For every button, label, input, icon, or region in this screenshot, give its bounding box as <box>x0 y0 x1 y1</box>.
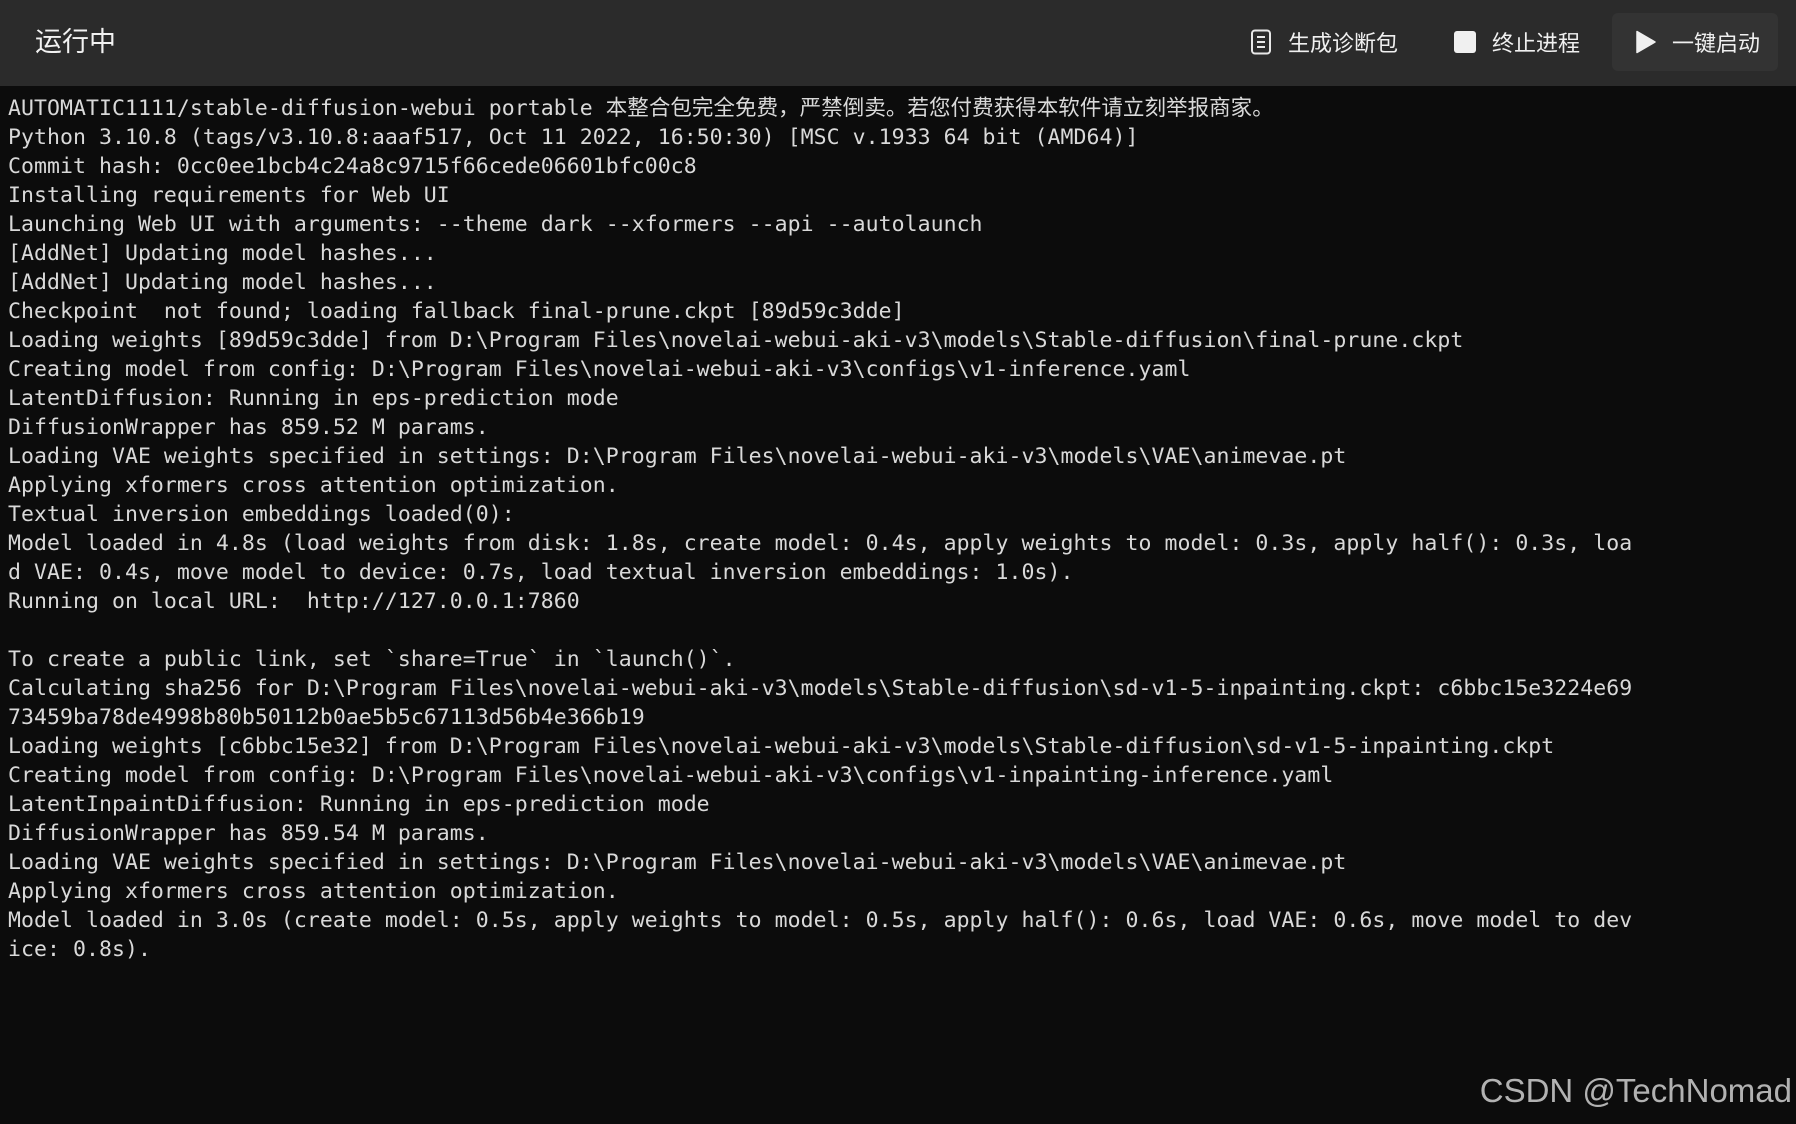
console-line: DiffusionWrapper has 859.52 M params. <box>8 415 489 440</box>
generate-diagnostics-label: 生成诊断包 <box>1287 32 1398 57</box>
console-line: [AddNet] Updating model hashes... <box>8 241 437 266</box>
console-line: Applying xformers cross attention optimi… <box>8 473 619 498</box>
status-title: 运行中 <box>35 27 116 58</box>
document-icon <box>1248 29 1274 55</box>
console-line: Installing requirements for Web UI <box>8 183 450 208</box>
console-line: AUTOMATIC1111/stable-diffusion-webui por… <box>8 96 1274 121</box>
console-line: d VAE: 0.4s, move model to device: 0.7s,… <box>8 560 1074 585</box>
top-bar: 运行中 生成诊断包 终止进程 一键启动 <box>0 0 1796 86</box>
console-line: Loading VAE weights specified in setting… <box>8 850 1347 875</box>
console-line: Launching Web UI with arguments: --theme… <box>8 212 983 237</box>
play-icon <box>1632 29 1658 55</box>
console-line: LatentDiffusion: Running in eps-predicti… <box>8 386 619 411</box>
console-line: To create a public link, set `share=True… <box>8 647 736 672</box>
console-line: Commit hash: 0cc0ee1bcb4c24a8c9715f66ced… <box>8 154 697 179</box>
console-line: Calculating sha256 for D:\Program Files\… <box>8 676 1633 701</box>
one-click-start-label: 一键启动 <box>1671 32 1760 57</box>
stop-process-label: 终止进程 <box>1491 32 1580 57</box>
generate-diagnostics-button[interactable]: 生成诊断包 <box>1226 13 1420 71</box>
console-line: [AddNet] Updating model hashes... <box>8 270 437 295</box>
console-line: Creating model from config: D:\Program F… <box>8 763 1334 788</box>
console-line: Running on local URL: http://127.0.0.1:7… <box>8 589 580 614</box>
console-line: LatentInpaintDiffusion: Running in eps-p… <box>8 792 710 817</box>
console-output[interactable]: AUTOMATIC1111/stable-diffusion-webui por… <box>0 86 1796 1124</box>
console-line: DiffusionWrapper has 859.54 M params. <box>8 821 489 846</box>
one-click-start-button[interactable]: 一键启动 <box>1611 13 1778 71</box>
console-line: Python 3.10.8 (tags/v3.10.8:aaaf517, Oct… <box>8 125 1139 150</box>
console-line: ice: 0.8s). <box>8 937 151 962</box>
console-line: Checkpoint not found; loading fallback f… <box>8 299 905 324</box>
stop-icon <box>1452 29 1478 55</box>
console-line: Model loaded in 3.0s (create model: 0.5s… <box>8 908 1633 933</box>
console-line: Loading weights [89d59c3dde] from D:\Pro… <box>8 328 1464 353</box>
console-line: Creating model from config: D:\Program F… <box>8 357 1191 382</box>
console-line: Loading weights [c6bbc15e32] from D:\Pro… <box>8 734 1555 759</box>
stop-process-button[interactable]: 终止进程 <box>1430 13 1602 71</box>
console-line: Loading VAE weights specified in setting… <box>8 444 1347 469</box>
console-line: Model loaded in 4.8s (load weights from … <box>8 531 1633 556</box>
console-line: 73459ba78de4998b80b50112b0ae5b5c67113d56… <box>8 705 645 730</box>
watermark: CSDN @TechNomad <box>1479 1072 1792 1109</box>
console-line: Applying xformers cross attention optimi… <box>8 879 619 904</box>
toolbar: 生成诊断包 终止进程 一键启动 <box>1216 13 1778 71</box>
console-line: Textual inversion embeddings loaded(0): <box>8 502 515 527</box>
